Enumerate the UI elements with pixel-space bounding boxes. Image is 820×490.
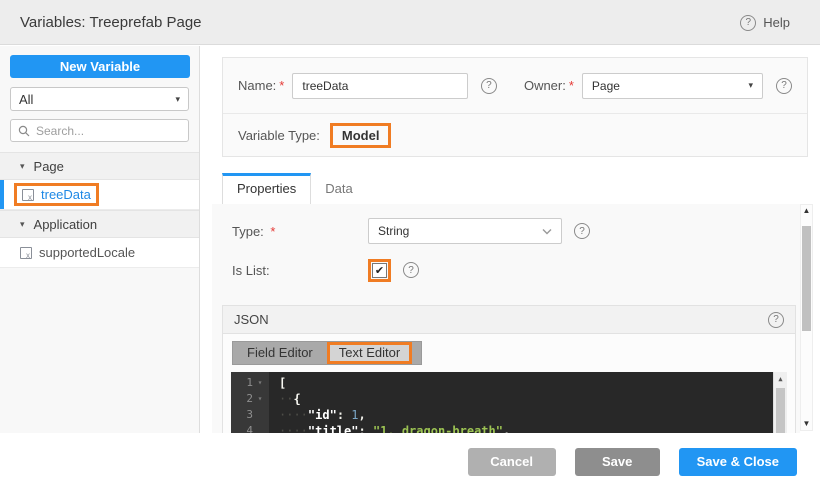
panel-scrollbar[interactable]: ▲ ▼ (800, 204, 813, 431)
json-code-editor[interactable]: 1▾2▾34 [··{····"id": 1,····"title": "1. … (231, 372, 787, 433)
variable-filter-value: All (19, 92, 33, 107)
name-owner-row: Name: * ? Owner: * Page ▾ ? (223, 58, 807, 114)
is-list-label: Is List: (232, 263, 368, 278)
panel-scrollbar-thumb[interactable] (802, 226, 811, 331)
is-list-checkbox[interactable]: ✔ (372, 263, 387, 278)
code-fold-icon[interactable]: ▾ (253, 391, 267, 407)
editor-mode-toolbar: Field Editor Text Editor (232, 341, 422, 365)
type-value: String (378, 224, 409, 238)
dialog-header: Variables: Treeprefab Page ? Help (0, 0, 820, 45)
variable-summary-card: Name: * ? Owner: * Page ▾ ? Variable Typ… (222, 57, 808, 157)
properties-tab-content: Type: * String ? Is List: ✔ ? (212, 204, 800, 433)
is-list-checkbox-highlight: ✔ (368, 259, 391, 282)
chevron-down-icon (542, 228, 552, 235)
scroll-up-icon[interactable]: ▲ (801, 205, 812, 217)
json-help-icon[interactable]: ? (768, 312, 784, 328)
code-gutter: 1▾2▾34 (231, 372, 269, 433)
tab-properties[interactable]: Properties (222, 173, 311, 204)
json-panel: JSON ? Field Editor Text Editor 1▾2▾34 [… (222, 305, 796, 433)
caret-down-icon: ▾ (175, 94, 180, 105)
tree-group-page[interactable]: ▾ Page (0, 152, 199, 180)
type-label: Type: * (232, 224, 368, 239)
name-required-marker: * (279, 78, 284, 93)
editor-scrollbar-thumb[interactable] (776, 388, 785, 433)
json-panel-header: JSON ? (223, 306, 795, 334)
variable-tree: ▾ Page x treeData ▾ Application x supportedLoca… (0, 152, 199, 268)
tree-item-supportedLocale[interactable]: x supportedLocale (0, 238, 199, 268)
page-title: Variables: Treeprefab Page (20, 14, 202, 31)
dialog-footer: Cancel Save Save & Close (0, 433, 820, 490)
text-editor-button[interactable]: Text Editor (327, 342, 412, 364)
tree-item-treeData[interactable]: x treeData (0, 180, 199, 210)
type-required-marker: * (270, 224, 275, 239)
scroll-down-icon[interactable]: ▼ (801, 418, 812, 430)
search-icon (18, 125, 30, 137)
tree-item-label: supportedLocale (39, 245, 135, 260)
variable-type-row: Variable Type: Model (223, 114, 807, 156)
code-lines: [··{····"id": 1,····"title": "1. dragon-… (269, 372, 787, 433)
variable-type-value-highlighted: Model (330, 123, 392, 148)
variable-icon: x (22, 189, 34, 201)
type-row: Type: * String ? (212, 218, 800, 244)
owner-label: Owner: (524, 78, 566, 93)
name-input[interactable] (292, 73, 468, 99)
tree-group-application[interactable]: ▾ Application (0, 210, 199, 238)
name-label: Name: (238, 78, 276, 93)
variable-filter-select[interactable]: All ▾ (10, 87, 189, 111)
caret-down-icon: ▾ (748, 80, 753, 91)
help-label: Help (763, 15, 790, 30)
name-help-icon[interactable]: ? (481, 78, 497, 94)
variable-type-label: Variable Type: (238, 128, 320, 143)
save-and-close-button[interactable]: Save & Close (679, 448, 797, 476)
new-variable-button[interactable]: New Variable (10, 55, 190, 78)
owner-select[interactable]: Page ▾ (582, 73, 763, 99)
help-button[interactable]: ? Help (740, 0, 790, 45)
search-input[interactable] (36, 124, 176, 138)
tree-group-label: Application (34, 217, 98, 232)
is-list-row: Is List: ✔ ? (212, 257, 800, 283)
json-panel-title: JSON (234, 312, 269, 327)
editor-scrollbar[interactable]: ▲ (773, 372, 787, 433)
group-expanded-icon: ▾ (20, 161, 25, 172)
variable-detail-panel: Name: * ? Owner: * Page ▾ ? Variable Typ… (201, 46, 820, 433)
owner-required-marker: * (569, 78, 574, 93)
tree-item-label: treeData (41, 187, 91, 202)
save-button[interactable]: Save (575, 448, 660, 476)
variable-icon: x (20, 247, 32, 259)
owner-help-icon[interactable]: ? (776, 78, 792, 94)
type-help-icon[interactable]: ? (574, 223, 590, 239)
tab-data[interactable]: Data (311, 174, 366, 204)
field-editor-button[interactable]: Field Editor (233, 342, 327, 364)
group-expanded-icon: ▾ (20, 219, 25, 230)
code-fold-icon[interactable]: ▾ (253, 375, 267, 391)
type-select[interactable]: String (368, 218, 562, 244)
help-question-icon: ? (740, 15, 756, 31)
editor-scroll-up-icon[interactable]: ▲ (774, 372, 787, 386)
checkmark-icon: ✔ (375, 264, 384, 277)
search-box (10, 119, 189, 142)
variables-sidebar: New Variable All ▾ ▾ Page x treeData ▾ Applic… (0, 46, 200, 433)
detail-tabs: Properties Data (222, 173, 367, 204)
owner-value: Page (592, 79, 620, 93)
variables-dialog: Variables: Treeprefab Page ? Help New Va… (0, 0, 820, 490)
is-list-help-icon[interactable]: ? (403, 262, 419, 278)
cancel-button[interactable]: Cancel (468, 448, 556, 476)
tree-group-label: Page (34, 159, 64, 174)
